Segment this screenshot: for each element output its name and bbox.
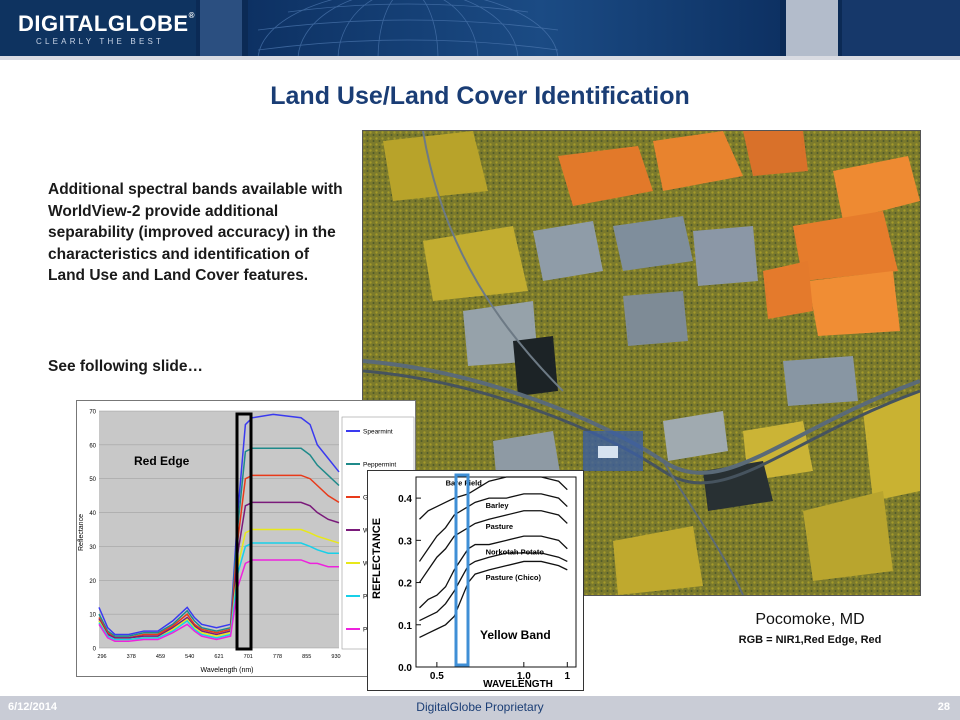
curve-label: Barley bbox=[486, 501, 510, 510]
reflectance-chart-svg: 0 10 20 30 40 50 60 70 296 378 459 540 621 701 778 855… bbox=[78, 410, 415, 674]
x-tick-label: 540 bbox=[185, 654, 194, 660]
globe-graphic bbox=[248, 0, 780, 56]
logo: DIGITALGLOBE® CLEARLY THE BEST bbox=[0, 0, 196, 56]
x-axis-label: Wavelength (nm) bbox=[200, 667, 253, 674]
x-tick-label: 855 bbox=[302, 654, 311, 660]
page-number: 28 bbox=[937, 701, 950, 713]
globe-lines-icon bbox=[257, 0, 559, 56]
series-line bbox=[419, 552, 568, 622]
x-tick-label: 459 bbox=[156, 654, 165, 660]
y-tick-label: 30 bbox=[89, 545, 96, 551]
curve-label: Pasture (Chico) bbox=[486, 573, 542, 582]
y-tick-label: 40 bbox=[89, 511, 96, 517]
y-tick-label: 60 bbox=[89, 443, 96, 449]
y-tick-label: 0.0 bbox=[398, 663, 412, 674]
header-divider bbox=[0, 56, 960, 60]
y-tick-label: 10 bbox=[89, 613, 96, 619]
x-axis-label: WAVELENGTH bbox=[483, 679, 553, 690]
logo-tagline: CLEARLY THE BEST bbox=[36, 37, 165, 46]
footer-bar: 6/12/2014 DigitalGlobe Proprietary 28 bbox=[0, 696, 960, 720]
legend-label: Spearmint bbox=[363, 429, 393, 436]
x-tick-label: 0.5 bbox=[430, 671, 444, 682]
page-title: Land Use/Land Cover Identification bbox=[270, 82, 690, 110]
x-tick-label: 1 bbox=[565, 671, 571, 682]
logo-text: DIGITALGLOBE bbox=[18, 11, 189, 36]
legend-label: Peppermint bbox=[363, 462, 396, 469]
x-tick-label: 621 bbox=[214, 654, 223, 660]
header-tile bbox=[200, 0, 242, 56]
yellow-band-annotation: Yellow Band bbox=[480, 628, 551, 642]
y-tick-label: 0.4 bbox=[398, 494, 412, 505]
y-tick-label: 0.1 bbox=[398, 621, 412, 632]
y-tick-label: 20 bbox=[89, 579, 96, 585]
curve-label: Bare Field bbox=[446, 478, 483, 487]
curve-label: Pasture bbox=[486, 522, 514, 531]
crop-reflectance-chart: Bare Field Barley Pasture Norkotah Potato Pa… bbox=[367, 470, 584, 691]
y-tick-label: 0 bbox=[93, 647, 97, 653]
spectral-reflectance-chart: 0 10 20 30 40 50 60 70 296 378 459 540 621 701 778 855… bbox=[76, 400, 416, 677]
x-tick-label: 778 bbox=[273, 654, 282, 660]
red-edge-annotation: Red Edge bbox=[134, 454, 190, 468]
x-tick-label: 296 bbox=[97, 654, 106, 660]
y-axis-label: REFLECTANCE bbox=[371, 518, 383, 599]
header-banner: DIGITALGLOBE® CLEARLY THE BEST bbox=[0, 0, 960, 56]
header-tile bbox=[842, 0, 960, 56]
y-tick-label: 0.2 bbox=[398, 579, 412, 590]
registered-mark: ® bbox=[188, 11, 195, 20]
footer-proprietary: DigitalGlobe Proprietary bbox=[416, 700, 544, 714]
header-tile bbox=[786, 0, 838, 56]
x-tick-label: 701 bbox=[244, 654, 253, 660]
x-tick-label: 930 bbox=[331, 654, 340, 660]
y-axis-label: Reflectance bbox=[78, 514, 85, 551]
band-combination-caption: RGB = NIR1,Red Edge, Red bbox=[738, 634, 882, 646]
location-caption: Pocomoke, MD bbox=[755, 611, 865, 628]
x-tick-label: 378 bbox=[127, 654, 136, 660]
body-paragraph: Additional spectral bands available with… bbox=[48, 181, 343, 284]
y-tick-label: 70 bbox=[89, 410, 96, 416]
curve-label: Norkotah Potato bbox=[486, 548, 545, 557]
crop-chart-svg: Bare Field Barley Pasture Norkotah Potato Pa… bbox=[371, 473, 577, 690]
y-tick-label: 0.3 bbox=[398, 536, 412, 547]
follow-up-text: See following slide… bbox=[48, 358, 204, 375]
y-tick-label: 50 bbox=[89, 477, 96, 483]
